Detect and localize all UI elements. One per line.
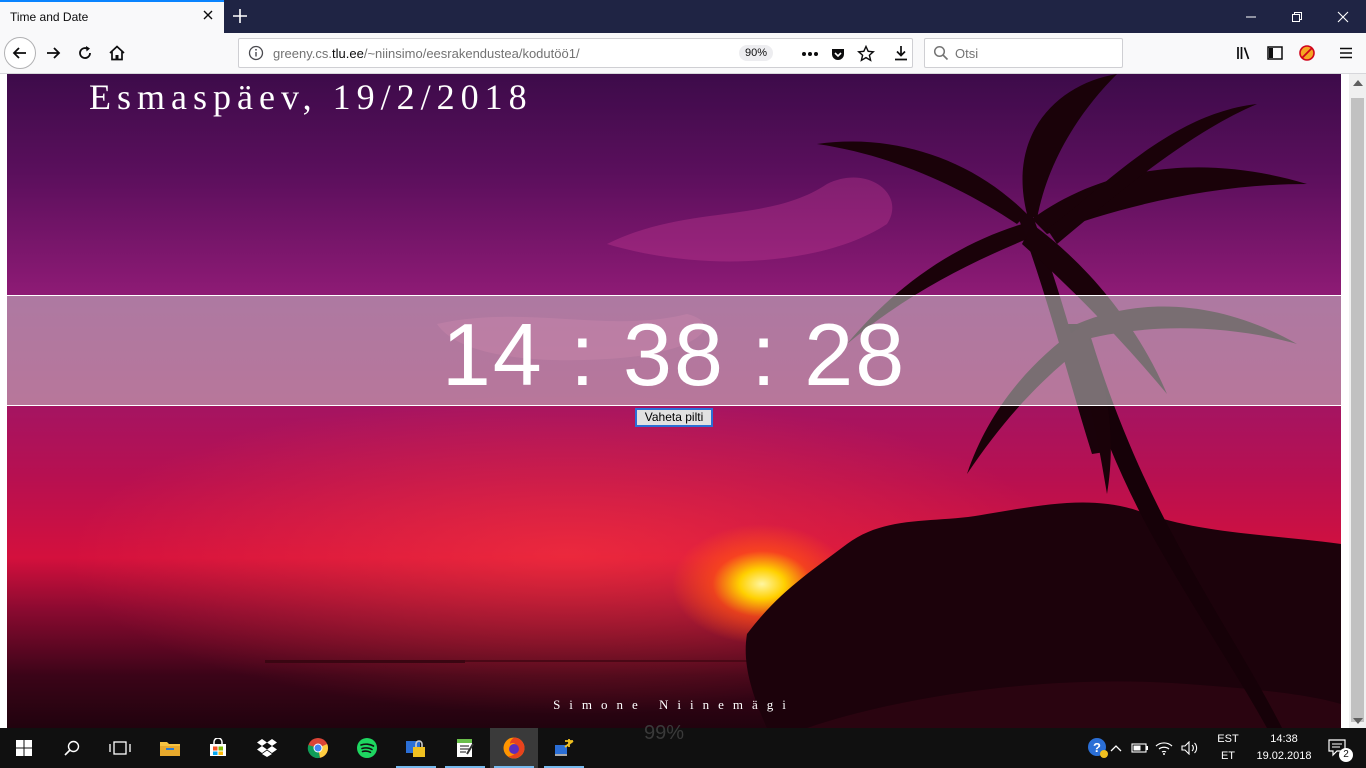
blocker-extension-icon[interactable] — [1292, 38, 1322, 68]
scroll-up-arrow-icon[interactable] — [1353, 80, 1363, 86]
page-actions-icon[interactable] — [799, 43, 821, 65]
search-icon — [933, 45, 949, 66]
search-placeholder: Otsi — [955, 46, 979, 61]
zoom-badge[interactable]: 90% — [739, 45, 774, 61]
notification-center-icon[interactable]: 2 — [1316, 728, 1360, 768]
close-window-icon[interactable] — [1320, 0, 1366, 33]
home-icon[interactable] — [102, 38, 132, 68]
volume-icon[interactable] — [1176, 728, 1206, 768]
firefox-icon[interactable] — [490, 728, 538, 768]
chrome-icon[interactable] — [294, 728, 342, 768]
clock-band: 14 : 38 : 28 — [7, 295, 1341, 406]
date-display: Esmaspäev, 19/2/2018 — [89, 77, 533, 117]
keyboard-layout[interactable]: ET — [1212, 750, 1244, 762]
url-text: greeny.cs.tlu.ee/~niinsimo/eesrakenduste… — [273, 46, 580, 61]
notification-count-badge: 2 — [1339, 748, 1353, 762]
forward-arrow-icon[interactable] — [38, 38, 68, 68]
url-prefix: greeny.cs. — [273, 46, 333, 61]
tab-title: Time and Date — [10, 10, 89, 24]
change-image-button[interactable]: Vaheta pilti — [635, 408, 713, 427]
address-bar[interactable]: greeny.cs.tlu.ee/~niinsimo/eesrakenduste… — [238, 38, 913, 68]
task-view-icon[interactable] — [96, 728, 144, 768]
browser-tab[interactable]: Time and Date — [0, 0, 224, 33]
menu-hamburger-icon[interactable] — [1331, 38, 1361, 68]
store-icon[interactable] — [194, 728, 242, 768]
restore-icon[interactable] — [1274, 0, 1320, 33]
back-arrow-icon[interactable] — [4, 37, 36, 69]
sidebar-icon[interactable] — [1260, 38, 1290, 68]
clock-date[interactable]: 19.02.2018 — [1248, 750, 1320, 762]
download-icon[interactable] — [886, 38, 916, 68]
wifi-icon[interactable] — [1150, 728, 1178, 768]
new-tab-icon[interactable] — [228, 4, 252, 28]
search-icon[interactable] — [48, 728, 96, 768]
page-background-image: Esmaspäev, 19/2/2018 14 : 38 : 28 Vaheta… — [7, 74, 1341, 728]
notepad-app-icon[interactable] — [441, 728, 489, 768]
progress-percent-text: 99% — [644, 722, 685, 744]
network-app-icon[interactable] — [540, 728, 588, 768]
clock-display: 14 : 38 : 28 — [441, 305, 907, 404]
file-explorer-icon[interactable] — [146, 728, 194, 768]
bookmark-star-icon[interactable] — [855, 43, 877, 65]
scroll-down-arrow-icon[interactable] — [1353, 718, 1363, 724]
reload-icon[interactable] — [70, 38, 100, 68]
minimize-icon[interactable] — [1228, 0, 1274, 33]
close-tab-icon[interactable] — [200, 7, 216, 23]
vpn-lock-icon[interactable] — [392, 728, 440, 768]
scrollbar-thumb[interactable] — [1351, 98, 1364, 722]
windows-start-icon[interactable] — [0, 728, 48, 768]
page-right-border — [1341, 74, 1349, 728]
vertical-scrollbar[interactable] — [1349, 74, 1366, 728]
clock-time[interactable]: 14:38 — [1248, 733, 1320, 745]
page-left-border — [0, 74, 7, 728]
search-bar[interactable]: Otsi — [924, 38, 1123, 68]
browser-titlebar: Time and Date — [0, 0, 1366, 33]
url-host: tlu.ee — [332, 46, 364, 61]
svg-text:?: ? — [1093, 740, 1101, 755]
language-code[interactable]: EST — [1212, 733, 1244, 745]
info-icon[interactable] — [248, 45, 264, 66]
pocket-icon[interactable] — [827, 43, 849, 65]
url-path: /~niinsimo/eesrakendustea/kodutöö1/ — [363, 46, 580, 61]
author-name: Simone Niinemägi — [553, 697, 795, 712]
library-icon[interactable] — [1229, 38, 1259, 68]
browser-navbar: greeny.cs.tlu.ee/~niinsimo/eesrakenduste… — [0, 33, 1366, 74]
spotify-icon[interactable] — [343, 728, 391, 768]
dropbox-icon[interactable] — [243, 728, 291, 768]
